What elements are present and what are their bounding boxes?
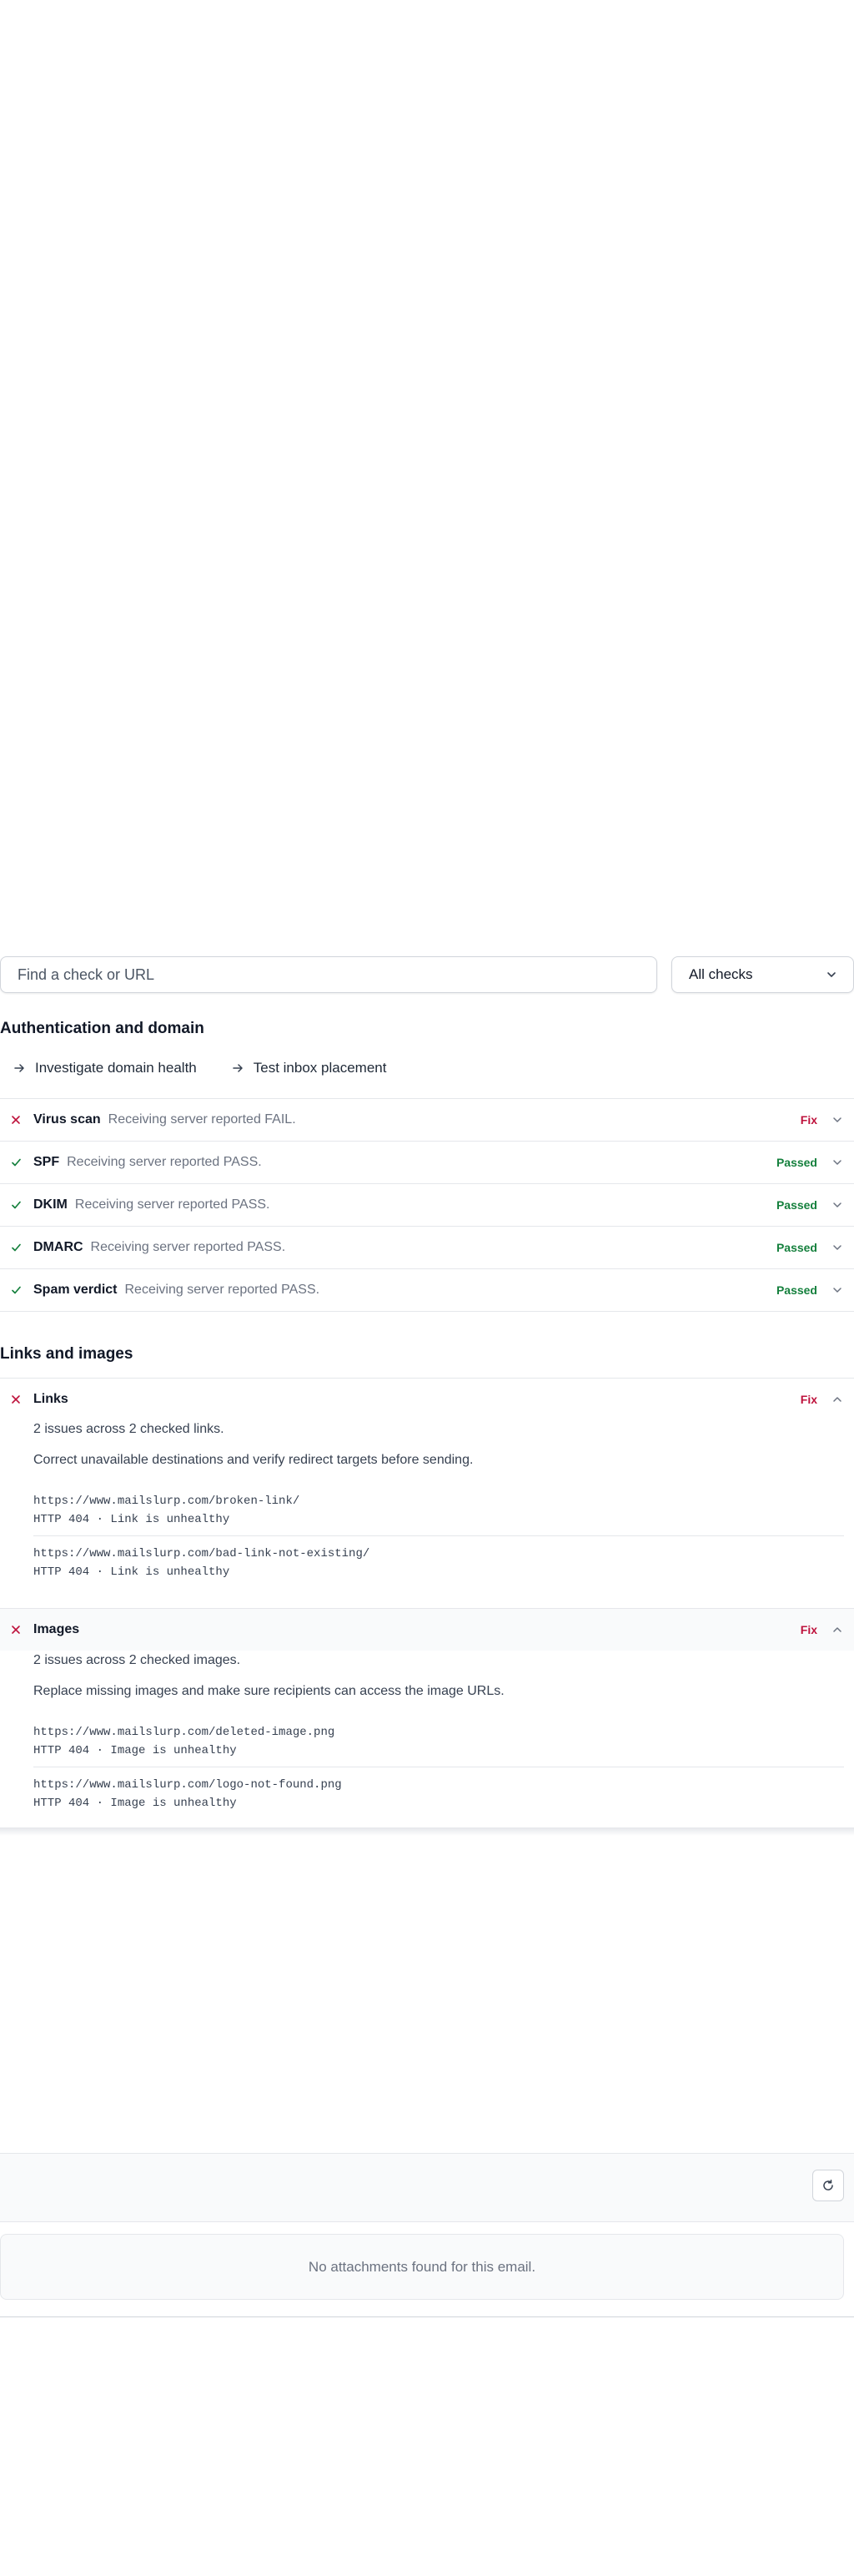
- chevron-down-icon: [827, 972, 836, 977]
- issue-url[interactable]: https://www.mailslurp.com/broken-link/: [33, 1492, 844, 1510]
- check-row-spf[interactable]: SPF Receiving server reported PASS. Pass…: [0, 1141, 854, 1183]
- refresh-icon: [823, 2180, 833, 2190]
- images-advice: Replace missing images and make sure rec…: [33, 1684, 505, 1698]
- x-icon: [9, 1394, 23, 1404]
- status-badge: Passed: [776, 1198, 817, 1212]
- check-name: Virus scan: [33, 1112, 101, 1127]
- chevron-up-icon[interactable]: [832, 1625, 844, 1635]
- issue-detail: HTTP 404 · Image is unhealthy: [33, 1744, 237, 1757]
- status-badge: Passed: [776, 1241, 817, 1254]
- chevron-down-icon[interactable]: [832, 1157, 844, 1167]
- check-icon: [9, 1157, 23, 1167]
- check-name: Images: [33, 1622, 80, 1636]
- section-title-auth: Authentication and domain: [0, 1020, 204, 1037]
- chevron-down-icon[interactable]: [832, 1200, 844, 1210]
- list-item: https://www.mailslurp.com/deleted-image.…: [33, 1723, 844, 1767]
- check-description: Receiving server reported PASS.: [74, 1197, 270, 1212]
- empty-message: No attachments found for this email.: [308, 2258, 536, 2275]
- refresh-button[interactable]: [812, 2170, 844, 2201]
- status-badge: Fix: [800, 1393, 817, 1406]
- x-icon: [9, 1115, 23, 1125]
- check-name: DKIM: [33, 1197, 68, 1212]
- chevron-down-icon[interactable]: [832, 1285, 844, 1295]
- check-name: DMARC: [33, 1240, 83, 1254]
- attachments-toolbar: [0, 2153, 854, 2222]
- x-icon: [9, 1625, 23, 1635]
- list-item: https://www.mailslurp.com/logo-not-found…: [33, 1767, 844, 1812]
- chevron-up-icon[interactable]: [832, 1394, 844, 1404]
- links-advice: Correct unavailable destinations and ver…: [33, 1453, 474, 1467]
- check-row-spam-verdict[interactable]: Spam verdict Receiving server reported P…: [0, 1268, 854, 1312]
- attachments-empty-state: No attachments found for this email.: [0, 2234, 844, 2300]
- action-label: Test inbox placement: [253, 1060, 387, 1076]
- auth-actions: Investigate domain health Test inbox pla…: [13, 1060, 386, 1076]
- check-name: Spam verdict: [33, 1283, 118, 1297]
- arrow-right-icon: [14, 1064, 24, 1072]
- status-badge: Fix: [800, 1113, 817, 1127]
- issue-url[interactable]: https://www.mailslurp.com/deleted-image.…: [33, 1723, 844, 1742]
- check-name: SPF: [33, 1155, 60, 1169]
- check-icon: [9, 1200, 23, 1210]
- check-description: Receiving server reported PASS.: [124, 1283, 320, 1297]
- list-item: https://www.mailslurp.com/broken-link/ H…: [33, 1492, 844, 1535]
- test-inbox-placement-link[interactable]: Test inbox placement: [232, 1060, 387, 1076]
- arrow-right-icon: [233, 1064, 243, 1072]
- status-badge: Passed: [776, 1156, 817, 1169]
- images-issue-list: https://www.mailslurp.com/deleted-image.…: [33, 1723, 844, 1812]
- check-description: Receiving server reported FAIL.: [108, 1112, 296, 1127]
- action-label: Investigate domain health: [35, 1060, 197, 1076]
- check-row-virus-scan[interactable]: Virus scan Receiving server reported FAI…: [0, 1098, 854, 1141]
- check-row-dkim[interactable]: DKIM Receiving server reported PASS. Pas…: [0, 1183, 854, 1226]
- check-row-links[interactable]: Links Fix: [0, 1378, 854, 1420]
- status-badge: Fix: [800, 1623, 817, 1636]
- issue-url[interactable]: https://www.mailslurp.com/logo-not-found…: [33, 1776, 844, 1794]
- check-description: Receiving server reported PASS.: [67, 1155, 262, 1169]
- issue-detail: HTTP 404 · Link is unhealthy: [33, 1565, 230, 1579]
- section-title-links-images: Links and images: [0, 1345, 133, 1363]
- search-placeholder: Find a check or URL: [18, 965, 155, 983]
- chevron-down-icon[interactable]: [832, 1115, 844, 1125]
- filter-selected-value: All checks: [689, 966, 753, 982]
- check-icon: [9, 1285, 23, 1295]
- check-description: Receiving server reported PASS.: [90, 1240, 286, 1254]
- panel-shadow: [0, 1827, 854, 1836]
- links-summary: 2 issues across 2 checked links.: [33, 1422, 224, 1436]
- check-row-images[interactable]: Images Fix: [0, 1608, 854, 1651]
- links-issue-list: https://www.mailslurp.com/broken-link/ H…: [33, 1492, 844, 1581]
- check-filter-select[interactable]: All checks: [671, 956, 854, 993]
- chevron-down-icon[interactable]: [832, 1243, 844, 1253]
- issue-detail: HTTP 404 · Link is unhealthy: [33, 1513, 230, 1526]
- images-summary: 2 issues across 2 checked images.: [33, 1653, 241, 1667]
- search-input[interactable]: Find a check or URL: [0, 956, 657, 993]
- status-badge: Passed: [776, 1283, 817, 1297]
- issue-detail: HTTP 404 · Image is unhealthy: [33, 1797, 237, 1810]
- check-name: Links: [33, 1392, 68, 1406]
- check-row-dmarc[interactable]: DMARC Receiving server reported PASS. Pa…: [0, 1226, 854, 1268]
- check-icon: [9, 1243, 23, 1253]
- investigate-domain-health-link[interactable]: Investigate domain health: [13, 1060, 197, 1076]
- list-item: https://www.mailslurp.com/bad-link-not-e…: [33, 1536, 844, 1581]
- issue-url[interactable]: https://www.mailslurp.com/bad-link-not-e…: [33, 1545, 844, 1563]
- divider: [0, 2316, 854, 2317]
